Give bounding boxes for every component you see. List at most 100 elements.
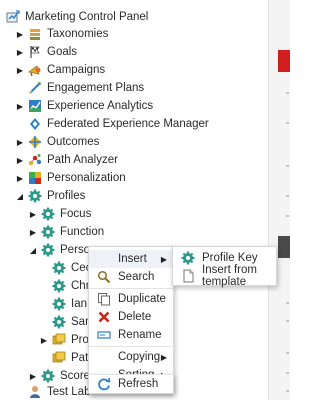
- menu-item-label: Copying: [118, 351, 161, 363]
- panel-dash: [286, 195, 289, 197]
- tree-item-outcomes[interactable]: ▶ Outcomes: [15, 133, 99, 151]
- tree-item-label: Test Lab: [47, 386, 91, 398]
- menu-item-label: Insert: [118, 253, 147, 265]
- tree-item-label: Profiles: [47, 190, 86, 202]
- tree-item-label: Ian: [71, 298, 87, 310]
- expand-arrow-icon[interactable]: ▶: [39, 331, 49, 349]
- menu-item-label: Profile Key: [202, 252, 258, 264]
- submenu-arrow-icon: ▶: [160, 254, 167, 264]
- expand-arrow-icon[interactable]: ▶: [15, 61, 25, 79]
- tree-item-experience-analytics[interactable]: ▶ Experience Analytics: [15, 97, 153, 115]
- tree-item-label: Focus: [60, 208, 92, 220]
- tree-item-label: Outcomes: [47, 136, 100, 148]
- menu-item-duplicate[interactable]: Duplicate: [89, 290, 173, 308]
- rename-icon: [97, 328, 111, 342]
- expand-arrow-icon[interactable]: ▶: [15, 97, 25, 115]
- profile-cards-icon: [52, 333, 66, 347]
- focus-gear-icon: [41, 207, 55, 221]
- tree-item-federated-experience-manager[interactable]: Federated Experience Manager: [15, 115, 209, 133]
- menu-separator: [89, 288, 173, 289]
- template-document-icon: [181, 269, 195, 283]
- panel-dash: [286, 390, 289, 392]
- pattern-cards-icon: [52, 351, 66, 365]
- tree-item-ian[interactable]: Ian: [52, 295, 87, 313]
- expand-arrow-icon[interactable]: ▶: [15, 169, 25, 187]
- panel-dash: [286, 165, 289, 167]
- menu-item-label: Rename: [118, 329, 162, 341]
- menu-item-insert[interactable]: Insert ▶: [89, 250, 173, 268]
- expand-arrow-icon[interactable]: ▶: [28, 223, 38, 241]
- campaigns-icon: [28, 63, 42, 77]
- menu-item-label: Insert from template: [202, 264, 257, 288]
- dark-header-mark: [278, 236, 290, 258]
- tree-item-goals[interactable]: ▶ Goals: [15, 43, 77, 61]
- menu-item-search[interactable]: Search: [89, 268, 173, 286]
- engagement-plans-icon: [28, 81, 42, 95]
- menu-item-label: Refresh: [118, 378, 159, 390]
- expand-arrow-icon[interactable]: ▶: [28, 205, 38, 223]
- path-analyzer-icon: [28, 153, 42, 167]
- profile-key-gear-icon: [181, 251, 195, 265]
- tree-item-test-lab[interactable]: Test Lab: [15, 383, 90, 400]
- tree-item-taxonomies[interactable]: ▶ Taxonomies: [15, 25, 108, 43]
- submenu-arrow-icon: ▶: [160, 352, 167, 362]
- experience-analytics-icon: [28, 99, 42, 113]
- tree-item-engagement-plans[interactable]: Engagement Plans: [15, 79, 144, 97]
- tree-item-function[interactable]: ▶ Function: [28, 223, 104, 241]
- tree-item-label: Engagement Plans: [47, 82, 145, 94]
- menu-item-delete[interactable]: Delete: [89, 308, 173, 326]
- panel-dash: [286, 215, 289, 217]
- tree-item-label: Experience Analytics: [47, 100, 154, 112]
- tree-root-marketing-control-panel[interactable]: Marketing Control Panel: [6, 8, 148, 26]
- collapse-arrow-icon[interactable]: ◢: [15, 187, 25, 205]
- sandra-gear-icon: [52, 315, 66, 329]
- test-lab-icon: [28, 385, 42, 399]
- tree-item-label: Personalization: [47, 172, 126, 184]
- tree-item-label: Campaigns: [47, 64, 106, 76]
- tree-item-campaigns[interactable]: ▶ Campaigns: [15, 61, 105, 79]
- personalization-icon: [28, 171, 42, 185]
- context-menu: Insert ▶ Search Duplicate Delete Rename …: [88, 246, 174, 394]
- insert-submenu: Profile Key Insert from template: [172, 246, 277, 288]
- expand-arrow-icon[interactable]: ▶: [15, 43, 25, 61]
- tree-root-label: Marketing Control Panel: [25, 11, 149, 23]
- persona-gear-icon: [41, 243, 55, 257]
- tree-item-label: Federated Experience Manager: [47, 118, 209, 130]
- context-menu-refresh-row: Refresh: [88, 374, 174, 394]
- marketing-control-panel-icon: [6, 10, 20, 24]
- tree-item-personalization[interactable]: ▶ Personalization: [15, 169, 126, 187]
- menu-item-refresh[interactable]: Refresh: [89, 375, 173, 393]
- tree-item-profiles[interactable]: ◢ Profiles: [15, 187, 85, 205]
- chris-gear-icon: [52, 279, 66, 293]
- panel-dash: [286, 92, 289, 94]
- panel-dash: [286, 320, 289, 322]
- duplicate-icon: [97, 292, 111, 306]
- menu-item-rename[interactable]: Rename: [89, 326, 173, 344]
- expand-arrow-icon[interactable]: ▶: [15, 25, 25, 43]
- tree-item-focus[interactable]: ▶ Focus: [28, 205, 91, 223]
- panel-dash: [286, 372, 289, 374]
- goals-flag-icon: [28, 45, 42, 59]
- score-gear-icon: [41, 369, 55, 383]
- submenu-item-insert-from-template[interactable]: Insert from template: [173, 264, 276, 288]
- panel-dash: [286, 122, 289, 124]
- tree-item-path-analyzer[interactable]: ▶ Path Analyzer: [15, 151, 118, 169]
- panel-dash: [286, 352, 289, 354]
- menu-item-label: Search: [118, 271, 155, 283]
- menu-item-label: Duplicate: [118, 293, 166, 305]
- tree-item-label: Goals: [47, 46, 78, 58]
- tree-item-label: Function: [60, 226, 105, 238]
- panel-dash: [286, 302, 289, 304]
- menu-separator: [89, 346, 173, 347]
- delete-x-icon: [97, 310, 111, 324]
- menu-item-label: Delete: [118, 311, 152, 323]
- search-icon: [97, 270, 111, 284]
- collapse-arrow-icon[interactable]: ◢: [28, 241, 38, 259]
- menu-item-copying[interactable]: Copying ▶: [89, 348, 173, 366]
- red-header-mark: [278, 50, 290, 72]
- tree-item-label: Taxonomies: [47, 28, 109, 40]
- tree-item-label: Path Analyzer: [47, 154, 118, 166]
- expand-arrow-icon[interactable]: ▶: [15, 133, 25, 151]
- expand-arrow-icon[interactable]: ▶: [15, 151, 25, 169]
- cecile-gear-icon: [52, 261, 66, 275]
